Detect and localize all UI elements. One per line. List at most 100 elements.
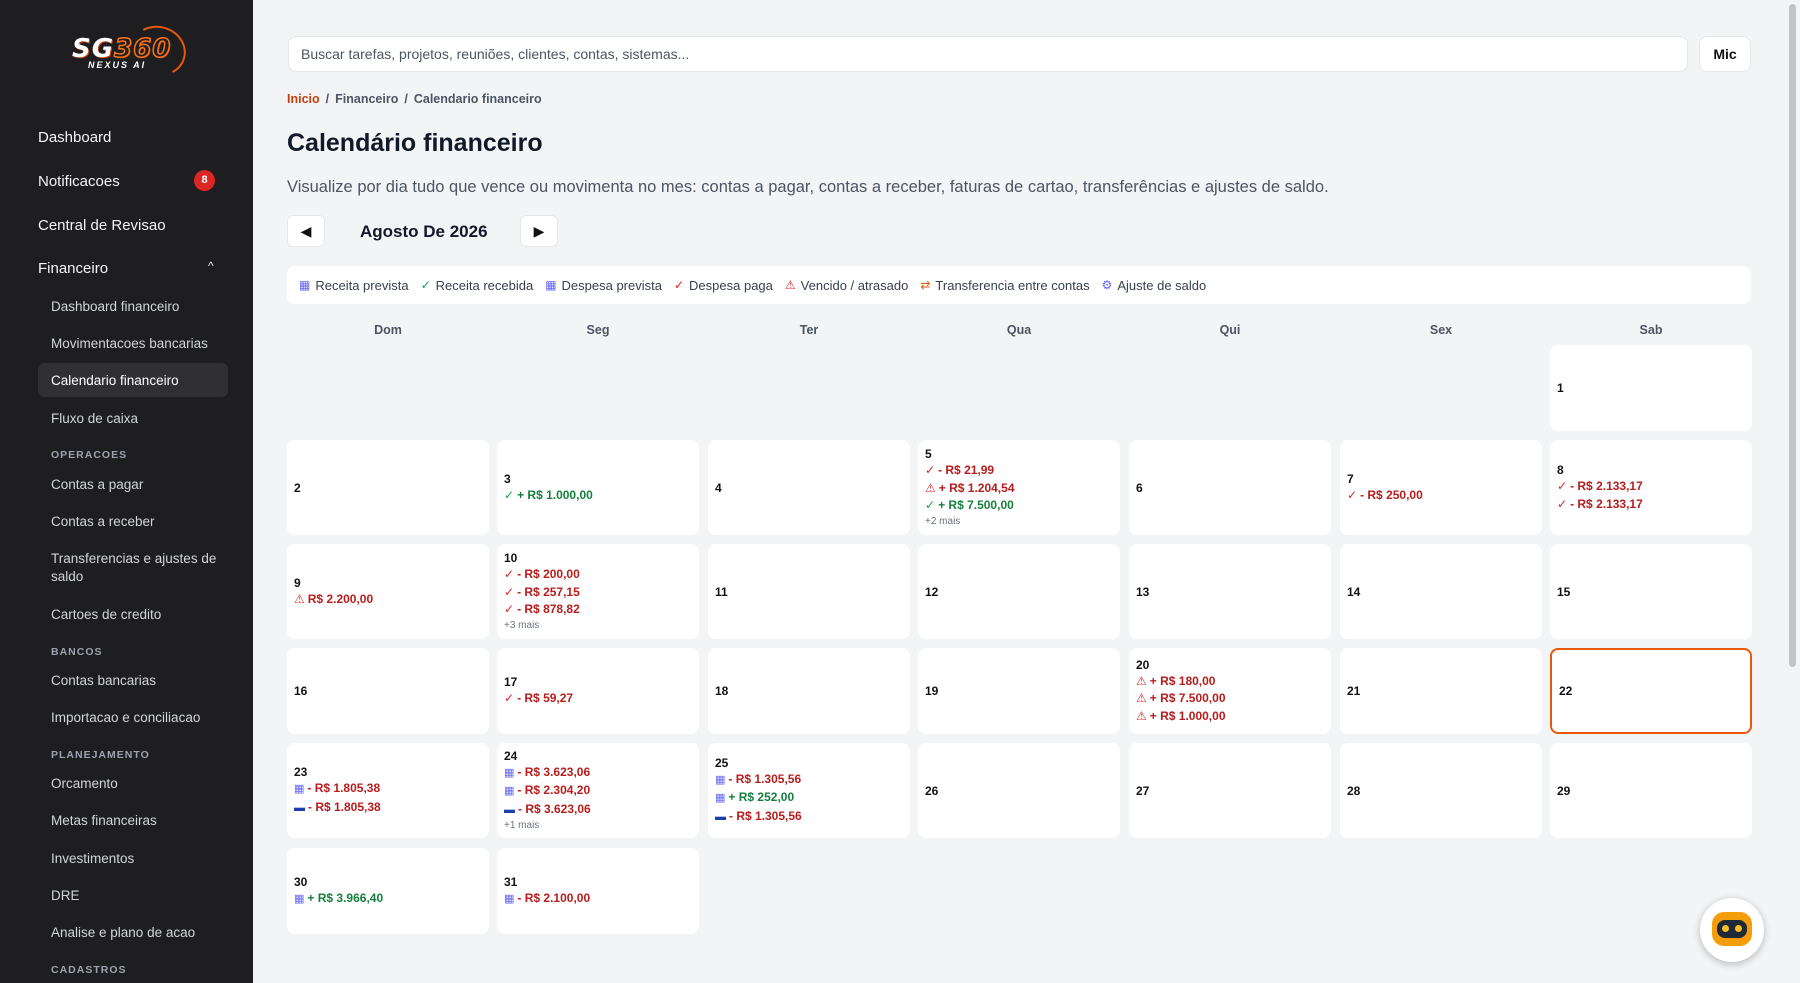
calendar-day[interactable]: 29	[1550, 743, 1752, 838]
scrollbar[interactable]	[1789, 4, 1796, 667]
nav-central-revisao[interactable]: Central de Revisao	[38, 217, 166, 234]
more-entries-link[interactable]: +2 mais	[925, 515, 1113, 529]
calendar-entry[interactable]: ✓ - R$ 200,00	[504, 566, 692, 584]
calendar-day[interactable]: 1	[1550, 345, 1752, 431]
calendar-day[interactable]: 19	[918, 648, 1120, 734]
calendar-entry[interactable]: ▦ - R$ 2.304,20	[504, 782, 692, 801]
calendar-entry[interactable]: ▦ - R$ 2.100,00	[504, 890, 692, 909]
calendar-entry[interactable]: ⚠ + R$ 180,00	[1136, 673, 1324, 691]
entry-amount: + R$ 1.204,54	[938, 480, 1015, 495]
calendar-entry[interactable]: ✓ - R$ 21,99	[925, 462, 1113, 480]
calendar-day[interactable]: 30 ▦ + R$ 3.966,40	[287, 848, 489, 934]
calendar-entry[interactable]: ✓ - R$ 878,82	[504, 601, 692, 619]
calendar-day[interactable]: 5 ✓ - R$ 21,99 ⚠ + R$ 1.204,54 ✓ + R$ 7.500,00…	[918, 440, 1120, 535]
logo[interactable]: SG360 NEXUS AI	[72, 19, 192, 83]
legend-item: ✓ Receita recebida	[421, 278, 534, 293]
calendar-day[interactable]: 27	[1129, 743, 1331, 838]
more-entries-link[interactable]: +1 mais	[504, 819, 692, 833]
assistant-bot-button[interactable]	[1700, 898, 1764, 962]
calendar-day[interactable]: 26	[918, 743, 1120, 838]
sidebar-item-analise[interactable]: Analise e plano de acao	[51, 924, 231, 942]
sidebar-item-contas-bancarias[interactable]: Contas bancarias	[51, 672, 231, 690]
day-number: 30	[294, 874, 308, 889]
sidebar-item-dashboard-financeiro[interactable]: Dashboard financeiro	[51, 298, 231, 316]
sidebar-item-contas-pagar[interactable]: Contas a pagar	[51, 476, 231, 494]
nav-dashboard[interactable]: Dashboard	[38, 129, 111, 146]
calendar-day[interactable]: 9 ⚠ R$ 2.200,00	[287, 544, 489, 639]
calendar-entry[interactable]: ✓ - R$ 2.133,17	[1557, 478, 1745, 496]
calendar-day[interactable]: 8 ✓ - R$ 2.133,17 ✓ - R$ 2.133,17	[1550, 440, 1752, 535]
calendar-entry[interactable]: ▦ - R$ 1.305,56	[715, 771, 903, 790]
calendar-day[interactable]: 31 ▦ - R$ 2.100,00	[497, 848, 699, 934]
calendar-day[interactable]: 17 ✓ - R$ 59,27	[497, 648, 699, 734]
calendar-entry[interactable]: ✓ - R$ 257,15	[504, 584, 692, 602]
sidebar-item-calendario[interactable]: Calendario financeiro	[51, 372, 231, 390]
calendar-day[interactable]: 16	[287, 648, 489, 734]
chevron-up-icon[interactable]: ^	[208, 259, 214, 273]
calendar-day[interactable]: 24 ▦ - R$ 3.623,06 ▦ - R$ 2.304,20 ▬ - R$ 3.62…	[497, 743, 699, 838]
calendar-entry[interactable]: ⚠ + R$ 7.500,00	[1136, 690, 1324, 708]
calendar-entry[interactable]: ⚠ + R$ 1.204,54	[925, 480, 1113, 498]
section-title-operacoes: OPERACOES	[51, 449, 128, 461]
calendar-entry[interactable]: ✓ - R$ 59,27	[504, 690, 692, 708]
legend: ▦ Receita prevista ✓ Receita recebida ▦ Despe…	[287, 266, 1751, 304]
sidebar-item-investimentos[interactable]: Investimentos	[51, 850, 231, 868]
calendar-day[interactable]: 21	[1340, 648, 1542, 734]
calendar-entry[interactable]: ▦ + R$ 3.966,40	[294, 890, 482, 909]
calendar-day[interactable]: 25 ▦ - R$ 1.305,56 ▦ + R$ 252,00 ▬ - R$ 1.305,…	[708, 743, 910, 838]
calendar-day[interactable]: 12	[918, 544, 1120, 639]
calendar-day[interactable]: 14	[1340, 544, 1542, 639]
calendar-entry[interactable]: ✓ + R$ 7.500,00	[925, 497, 1113, 515]
calendar-day[interactable]: 11	[708, 544, 910, 639]
calendar-day-today[interactable]: 22	[1550, 648, 1752, 734]
mic-button[interactable]: Mic	[1699, 36, 1751, 72]
calendar-day[interactable]: 15	[1550, 544, 1752, 639]
more-entries-link[interactable]: +3 mais	[504, 619, 692, 633]
nav-notificacoes[interactable]: Notificacoes	[38, 173, 120, 190]
legend-label: Ajuste de saldo	[1117, 277, 1207, 293]
sidebar-item-cartoes[interactable]: Cartoes de credito	[51, 606, 231, 624]
day-number: 13	[1136, 584, 1150, 599]
calendar-entry[interactable]: ▬ - R$ 1.805,38	[294, 799, 482, 818]
calendar-day[interactable]: 13	[1129, 544, 1331, 639]
day-number: 6	[1136, 480, 1143, 495]
next-month-button[interactable]: ▶	[520, 215, 558, 247]
calendar-day[interactable]: 7 ✓ - R$ 250,00	[1340, 440, 1542, 535]
search-input[interactable]	[288, 36, 1688, 72]
calendar-day[interactable]: 2	[287, 440, 489, 535]
calendar-day[interactable]: 18	[708, 648, 910, 734]
calendar-entry[interactable]: ▬ - R$ 1.305,56	[715, 808, 903, 827]
calendar-day[interactable]: 20 ⚠ + R$ 180,00 ⚠ + R$ 7.500,00 ⚠ + R$ 1.000,…	[1129, 648, 1331, 734]
calendar-entry[interactable]: ✓ - R$ 2.133,17	[1557, 496, 1745, 514]
breadcrumb-home-link[interactable]: Inicio	[287, 92, 320, 106]
calendar-entry[interactable]: ▦ - R$ 3.623,06	[504, 764, 692, 783]
sidebar-item-orcamento[interactable]: Orcamento	[51, 775, 231, 793]
day-number: 31	[504, 874, 518, 889]
calendar-day[interactable]: 6	[1129, 440, 1331, 535]
sidebar-item-contas-receber[interactable]: Contas a receber	[51, 513, 231, 531]
calendar-day[interactable]: 3 ✓ + R$ 1.000,00	[497, 440, 699, 535]
calendar-entry[interactable]: ▬ - R$ 3.623,06	[504, 801, 692, 820]
sidebar-item-movimentacoes[interactable]: Movimentacoes bancarias	[51, 335, 231, 353]
entry-amount: + R$ 1.000,00	[1149, 708, 1226, 723]
calendar-day[interactable]: 28	[1340, 743, 1542, 838]
sidebar-item-dre[interactable]: DRE	[51, 887, 231, 905]
calendar-day[interactable]: 4	[708, 440, 910, 535]
weekday-label: Seg	[586, 323, 610, 337]
calendar-entry[interactable]: ▦ - R$ 1.805,38	[294, 780, 482, 799]
calendar-day[interactable]: 23 ▦ - R$ 1.805,38 ▬ - R$ 1.805,38	[287, 743, 489, 838]
calendar-day[interactable]: 10 ✓ - R$ 200,00 ✓ - R$ 257,15 ✓ - R$ 878,82 +3…	[497, 544, 699, 639]
calendar-entry[interactable]: ⚠ R$ 2.200,00	[294, 591, 482, 609]
legend-label: Transferencia entre contas	[935, 277, 1090, 293]
nav-financeiro[interactable]: Financeiro	[38, 260, 108, 277]
sidebar-item-importacao[interactable]: Importacao e conciliacao	[51, 709, 231, 727]
sidebar-item-metas[interactable]: Metas financeiras	[51, 812, 231, 830]
previous-month-button[interactable]: ◀	[287, 215, 325, 247]
sidebar-item-fluxo-caixa[interactable]: Fluxo de caixa	[51, 410, 231, 428]
calendar-entry[interactable]: ✓ - R$ 250,00	[1347, 487, 1535, 505]
calendar-entry[interactable]: ⚠ + R$ 1.000,00	[1136, 708, 1324, 726]
sidebar-item-transferencias[interactable]: Transferencias e ajustes de saldo	[51, 550, 231, 586]
breadcrumb-financeiro-link[interactable]: Financeiro	[335, 92, 398, 106]
calendar-entry[interactable]: ✓ + R$ 1.000,00	[504, 487, 692, 505]
calendar-entry[interactable]: ▦ + R$ 252,00	[715, 789, 903, 808]
